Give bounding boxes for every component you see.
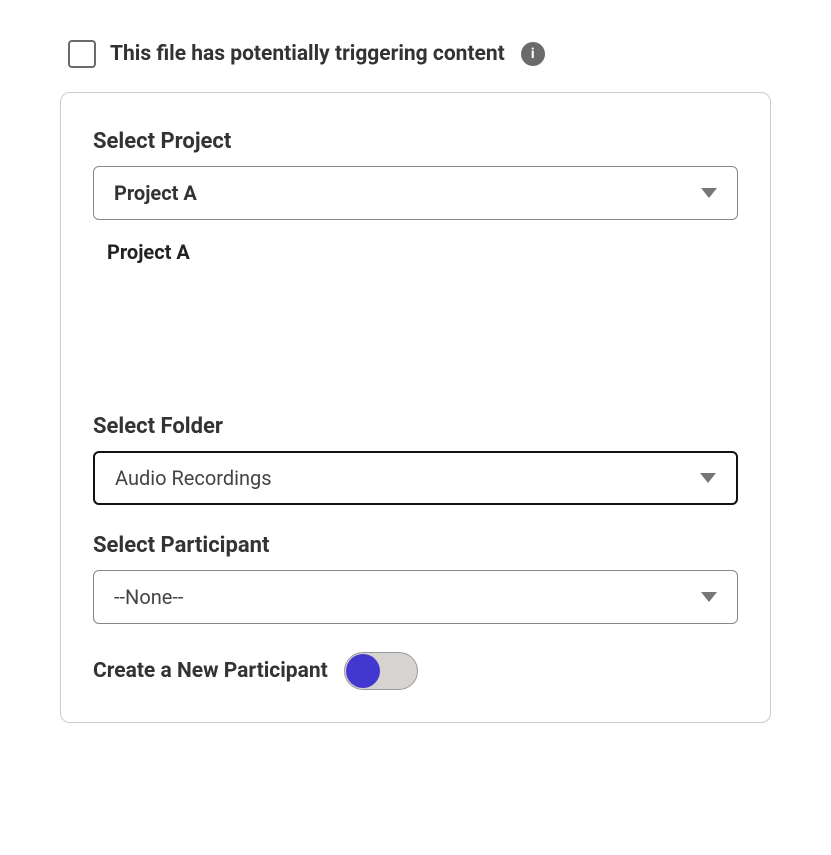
project-select-value: Project A (114, 181, 197, 205)
create-participant-toggle[interactable] (344, 652, 418, 690)
folder-field: Select Folder Audio Recordings (93, 414, 738, 505)
folder-select-value: Audio Recordings (115, 466, 272, 490)
project-option-label: Project A (107, 240, 190, 264)
create-participant-row: Create a New Participant (93, 652, 738, 690)
trigger-content-row: This file has potentially triggering con… (60, 40, 771, 68)
trigger-content-label: This file has potentially triggering con… (110, 42, 505, 66)
chevron-down-icon (701, 188, 717, 198)
toggle-knob (346, 654, 380, 688)
chevron-down-icon (700, 473, 716, 483)
trigger-content-checkbox[interactable] (68, 40, 96, 68)
participant-select[interactable]: --None-- (93, 570, 738, 624)
form-panel: Select Project Project A Project A Selec… (60, 92, 771, 723)
participant-select-value: --None-- (114, 585, 183, 609)
project-option[interactable]: Project A (93, 240, 738, 264)
project-select[interactable]: Project A (93, 166, 738, 220)
chevron-down-icon (701, 592, 717, 602)
create-participant-label: Create a New Participant (93, 659, 328, 683)
project-field: Select Project Project A Project A (93, 129, 738, 264)
participant-label: Select Participant (93, 533, 738, 558)
info-icon[interactable]: i (521, 42, 545, 66)
project-label: Select Project (93, 129, 738, 154)
participant-field: Select Participant --None-- (93, 533, 738, 624)
folder-select[interactable]: Audio Recordings (93, 451, 738, 505)
folder-label: Select Folder (93, 414, 738, 439)
